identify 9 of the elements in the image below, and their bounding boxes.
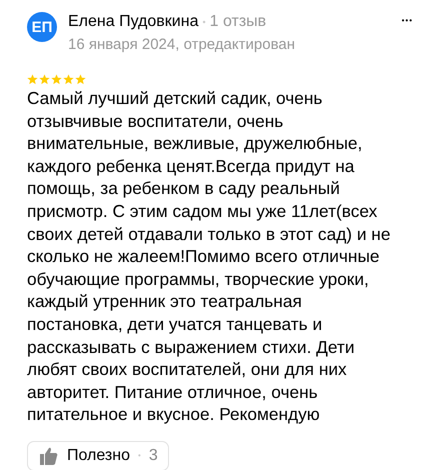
thumbs-up-icon	[39, 446, 59, 466]
review-count: 1 отзыв	[210, 13, 266, 30]
review-date: 16 января 2024, отредактирован	[68, 35, 295, 55]
separator-dot: •	[202, 16, 206, 27]
helpful-button[interactable]: Полезно • 3	[27, 440, 169, 470]
review-text: Самый лучший детский садик, очень отзывчивые воспитатели, очень внимательные, вежливые, дружелюбные, каждого ребенка ценят.Всегда придут на помощь, за ребенком в саду реальный присмотр. С этим садом мы уже 11лет(всех своих детей отдавали только в этот сад) и не сколько не жалеем!Помимо всего отличные обучающие программы, творческие уроки, каждый утренник это театральная постановка, дети учатся танцевать и рассказывать с выражением стихи. Дети любят своих воспитателей, они для них авторитет. Питание отличное, очень питательное и вкусное. Рекомендую	[27, 87, 392, 426]
avatar: ЕП	[27, 12, 57, 42]
more-button[interactable]: •••	[402, 16, 413, 25]
author-name[interactable]: Елена Пудовкина	[68, 13, 198, 30]
